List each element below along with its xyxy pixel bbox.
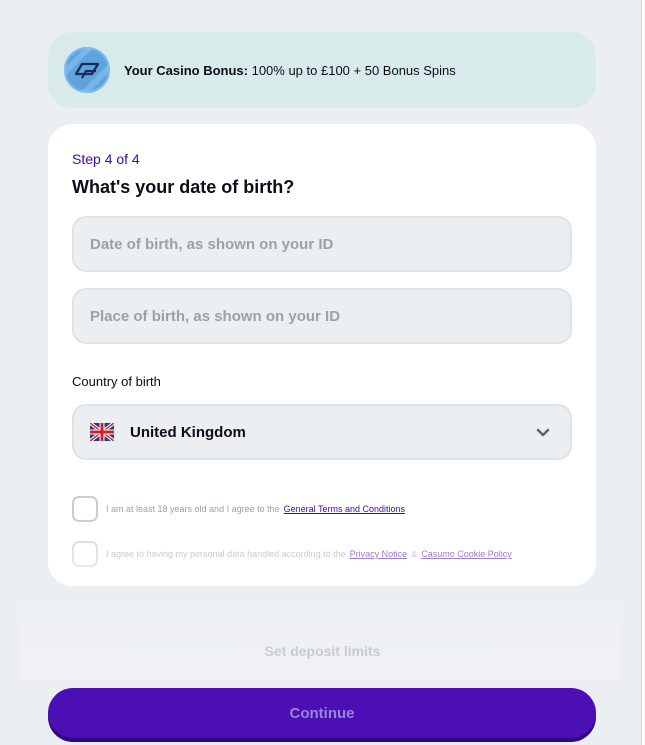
bonus-banner: Your Casino Bonus: 100% up to £100 + 50 … <box>48 32 596 108</box>
cookie-policy-link[interactable]: Casumo Cookie Policy <box>421 549 512 559</box>
page-title: What's your date of birth? <box>72 177 295 197</box>
privacy-consent-row: I agree to having my personal data handl… <box>72 541 516 567</box>
set-deposit-limits-link[interactable]: Set deposit limits <box>0 643 645 659</box>
bonus-logo-icon <box>64 47 110 93</box>
general-terms-link[interactable]: General Terms and Conditions <box>284 504 405 514</box>
window-edge <box>641 0 645 745</box>
terms-consent-text: I am at least 18 years old and I agree t… <box>106 504 280 514</box>
privacy-consent-text: I agree to having my personal data handl… <box>106 549 346 559</box>
place-of-birth-field-wrapper <box>72 288 572 344</box>
place-of-birth-input[interactable] <box>90 307 570 325</box>
date-of-birth-field-wrapper <box>72 216 572 272</box>
privacy-and-separator: & <box>411 549 418 559</box>
step-indicator: Step 4 of 4 <box>72 151 140 167</box>
uk-flag-icon <box>90 423 114 441</box>
continue-button[interactable]: Continue <box>48 688 596 738</box>
country-value: United Kingdom <box>130 423 246 441</box>
chevron-down-icon <box>536 428 550 437</box>
bonus-offer: 100% up to £100 + 50 Bonus Spins <box>247 62 456 78</box>
terms-consent-row: I am at least 18 years old and I agree t… <box>72 496 409 522</box>
privacy-notice-link[interactable]: Privacy Notice <box>350 549 408 559</box>
terms-checkbox[interactable] <box>72 496 98 522</box>
privacy-checkbox[interactable] <box>72 541 98 567</box>
bonus-label: Your Casino Bonus: <box>124 62 248 78</box>
country-of-birth-select[interactable]: United Kingdom <box>72 404 572 460</box>
country-of-birth-label: Country of birth <box>72 374 161 389</box>
signup-form-card: Step 4 of 4 What's your date of birth? C… <box>48 124 596 586</box>
footer-fade-overlay <box>20 590 620 680</box>
date-of-birth-input[interactable] <box>90 235 570 253</box>
bonus-text: Your Casino Bonus: 100% up to £100 + 50 … <box>124 63 456 78</box>
